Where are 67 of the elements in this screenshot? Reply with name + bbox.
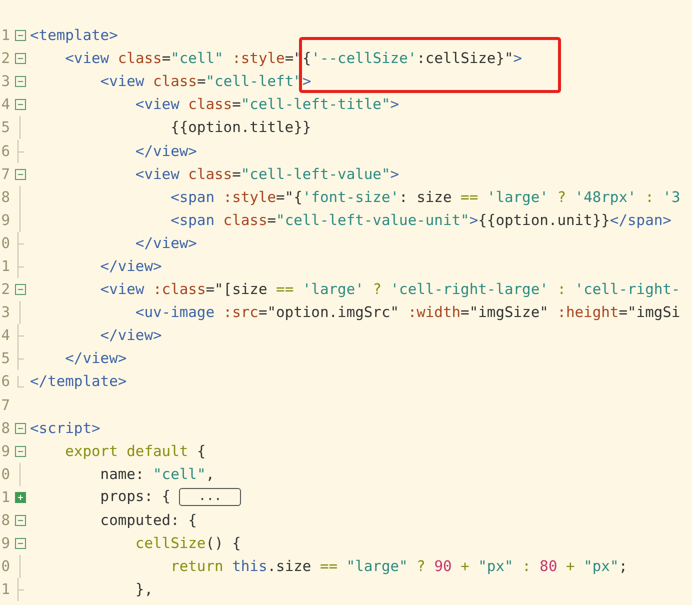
code-line: {{option.title}} — [170, 119, 312, 136]
line-number: 1 — [0, 488, 10, 506]
line-number: 9 — [0, 212, 10, 229]
code-line: cellSize() { — [134, 535, 241, 552]
line-number: 5 — [0, 350, 10, 368]
code-line: <span class="cell-left-value-unit">{{option.unit}}</span> — [170, 212, 672, 229]
code-line: <uv-image :src="option.imgSrc" :width="imgSize" :height="imgSi — [134, 304, 680, 322]
expand-icon[interactable] — [14, 492, 26, 503]
line-number: 1 — [0, 27, 10, 44]
line-number: 1 — [0, 581, 10, 598]
code-line: }, — [134, 581, 154, 598]
fold-guide-line — [19, 116, 21, 140]
collapse-icon[interactable] — [14, 53, 26, 64]
line-number: 8 — [0, 420, 10, 437]
line-number: 5 — [0, 119, 10, 136]
folded-code-button[interactable]: ... — [179, 488, 241, 506]
line-number: 0 — [0, 558, 10, 576]
line-number: 0 — [0, 234, 10, 252]
collapse-icon[interactable] — [14, 76, 26, 88]
collapse-icon[interactable] — [14, 99, 26, 110]
code-line: <template> — [30, 27, 118, 44]
line-number: 7 — [0, 166, 10, 183]
code-line: <view class="cell-left"> — [99, 73, 312, 90]
code-line: </template> — [30, 373, 127, 390]
code-line: name: "cell", — [99, 466, 215, 483]
fold-end-mark — [16, 578, 24, 602]
collapse-icon[interactable] — [14, 168, 26, 180]
code-line: return this.size == "large" ? 90 + "px" : 80 + "px"; — [170, 558, 628, 576]
code-line: </view> — [134, 234, 197, 252]
code-line: props: { ... — [30, 488, 241, 506]
line-number: 2 — [0, 50, 10, 68]
line-number: 6 — [0, 142, 10, 160]
fold-end-mark — [16, 376, 24, 388]
code-line: </view> — [99, 258, 162, 275]
fold-guide-line — [19, 301, 21, 324]
code-line: </view> — [64, 350, 127, 368]
collapse-icon[interactable] — [14, 284, 26, 296]
line-number: 6 — [0, 373, 10, 390]
code-line: </view> — [134, 142, 197, 160]
line-number: 3 — [0, 304, 10, 322]
line-number: 1 — [0, 258, 10, 275]
line-number: 8 — [0, 512, 10, 530]
fold-guide-line — [19, 555, 21, 578]
code-line: <view :class="[size == 'large' ? 'cell-right-large' : 'cell-right- — [99, 281, 680, 298]
fold-guide-line — [19, 462, 21, 486]
line-number: 4 — [0, 96, 10, 114]
code-line: <view class="cell-left-title"> — [134, 96, 400, 114]
line-number: 0 — [0, 466, 10, 483]
fold-end-mark — [16, 140, 24, 163]
line-number: 8 — [0, 188, 10, 206]
collapse-icon[interactable] — [14, 30, 26, 42]
collapse-icon[interactable] — [14, 446, 26, 457]
line-number: 2 — [0, 281, 10, 298]
collapse-icon[interactable] — [14, 515, 26, 526]
code-line: <script> — [30, 420, 100, 437]
collapse-icon[interactable] — [14, 422, 26, 434]
collapse-icon[interactable] — [14, 538, 26, 550]
line-number: 7 — [0, 396, 10, 414]
code-line: </view> — [99, 327, 162, 344]
line-number: 9 — [0, 442, 10, 460]
code-line: export default { — [64, 442, 206, 460]
code-line: computed: { — [99, 512, 197, 530]
line-number: 9 — [0, 535, 10, 552]
line-number: 4 — [0, 327, 10, 344]
code-line: <span :style="{'font-size': size == 'large' ? '48rpx' : '3 — [170, 188, 680, 206]
code-line: <view class="cell-left-value"> — [134, 166, 400, 183]
line-number: 3 — [0, 73, 10, 90]
